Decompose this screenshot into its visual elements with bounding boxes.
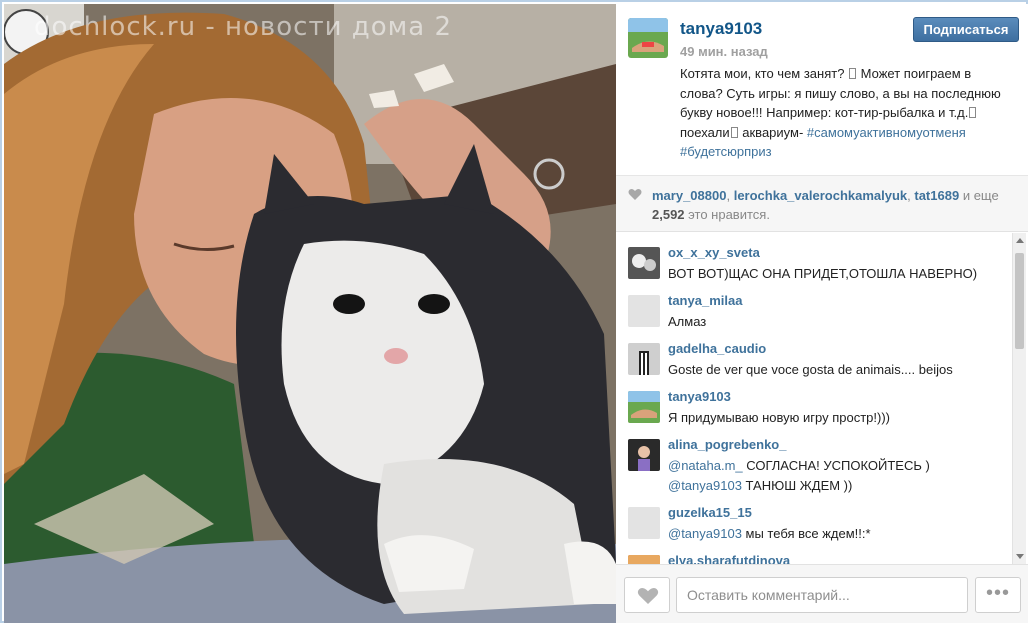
heart-icon: [628, 188, 642, 200]
likes-suffix: это нравится.: [688, 207, 770, 222]
commenter-avatar[interactable]: [628, 295, 660, 327]
default-avatar-image: [628, 507, 660, 539]
comment-input[interactable]: [676, 577, 968, 613]
comment-text-part: мы тебя все ждем!!:*: [741, 526, 871, 541]
likes-count[interactable]: 2,592: [652, 207, 685, 222]
comment-mention[interactable]: @tanya9103: [668, 526, 742, 541]
commenter-avatar-image: [628, 343, 660, 375]
post-side-panel: tanya9103 Подписаться 49 мин. назад Котя…: [616, 4, 1028, 623]
commenter-avatar-image: [628, 391, 660, 423]
commenter-avatar-image: [628, 247, 660, 279]
like-button[interactable]: [624, 577, 670, 613]
comment-mention[interactable]: @nataha.m_: [668, 458, 743, 473]
commenter-username[interactable]: tanya_milaa: [668, 293, 742, 308]
comment-text-part: ТАНЮШ ЖДЕМ )): [741, 478, 853, 493]
heart-icon: [637, 587, 659, 604]
commenter-avatar[interactable]: [628, 247, 660, 279]
commenter-avatar[interactable]: [628, 343, 660, 375]
commenter-username[interactable]: guzelka15_15: [668, 505, 752, 520]
scroll-up-arrow-icon[interactable]: [1016, 238, 1024, 243]
comments-list[interactable]: ox_x_xy_sveta ВОТ ВОТ)ЩАС ОНА ПРИДЕТ,ОТО…: [616, 233, 1028, 564]
scrollbar-thumb[interactable]: [1015, 253, 1024, 349]
photo-illustration: [4, 4, 616, 623]
likes-text: mary_08800, lerochka_valerochkamalyuk, t…: [652, 188, 999, 222]
commenter-avatar[interactable]: [628, 507, 660, 539]
likes-more: еще: [973, 188, 999, 203]
owner-avatar[interactable]: [628, 18, 668, 58]
post-header: tanya9103 Подписаться 49 мин. назад Котя…: [616, 4, 1028, 176]
likes-and: и: [962, 188, 971, 203]
post-caption: Котята мои, кто чем занят? Может поиграе…: [680, 64, 1010, 162]
caption-text-4: аквариум-: [738, 124, 804, 140]
comment-bar: •••: [616, 564, 1028, 623]
commenter-avatar[interactable]: [628, 391, 660, 423]
follow-button[interactable]: Подписаться: [913, 17, 1019, 42]
commenter-username[interactable]: tanya9103: [668, 389, 731, 404]
photo-watermark: dochlock.ru - новости дома 2: [34, 12, 452, 42]
emoji-placeholder-icon: [730, 126, 738, 138]
post-window: dochlock.ru - новости дома 2 tanya9103 П…: [0, 0, 1028, 623]
scroll-down-arrow-icon[interactable]: [1016, 554, 1024, 559]
more-options-button[interactable]: •••: [975, 577, 1021, 613]
commenter-username[interactable]: ox_x_xy_sveta: [668, 245, 760, 260]
commenter-username[interactable]: alina_pogrebenko_: [668, 437, 786, 452]
post-timestamp[interactable]: 49 мин. назад: [680, 44, 768, 59]
liker-username[interactable]: lerochka_valerochkamalyuk: [734, 188, 907, 203]
post-photo[interactable]: dochlock.ru - новости дома 2: [4, 4, 616, 623]
liker-username[interactable]: tat1689: [914, 188, 959, 203]
comment-text: @tanya9103 мы тебя все ждем!!:*: [668, 524, 1008, 544]
comments-scrollbar[interactable]: [1012, 233, 1026, 564]
commenter-avatar-image: [628, 555, 660, 564]
commenter-username[interactable]: gadelha_caudio: [668, 341, 766, 356]
owner-username[interactable]: tanya9103: [680, 19, 762, 39]
caption-text-1: Котята мои, кто чем занят?: [680, 66, 849, 81]
comment-text: ВОТ ВОТ)ЩАС ОНА ПРИДЕТ,ОТОШЛА НАВЕРНО): [668, 266, 978, 281]
comment-text: @nataha.m_ СОГЛАСНА! УСПОКОЙТЕСЬ ) @tany…: [668, 456, 1008, 496]
likes-section: mary_08800, lerochka_valerochkamalyuk, t…: [616, 176, 1028, 232]
commenter-avatar[interactable]: [628, 439, 660, 471]
default-avatar-image: [628, 295, 660, 327]
emoji-placeholder-icon: [969, 107, 977, 119]
commenter-username[interactable]: elya.sharafutdinova: [668, 553, 790, 564]
owner-avatar-image: [628, 18, 668, 58]
comment-text: Я придумываю новую игру простр!))): [668, 410, 890, 425]
emoji-placeholder-icon: [849, 68, 857, 79]
comment-text: Goste de ver que voce gosta de animais..…: [668, 362, 953, 377]
caption-text-3: поехали: [680, 124, 730, 140]
commenter-avatar-image: [628, 439, 660, 471]
comment-text-part: СОГЛАСНА! УСПОКОЙТЕСЬ ): [742, 458, 930, 473]
comment-mention[interactable]: @tanya9103: [668, 478, 742, 493]
commenter-avatar[interactable]: [628, 555, 660, 564]
liker-username[interactable]: mary_08800: [652, 188, 726, 203]
comment-text: Алмаз: [668, 314, 707, 329]
